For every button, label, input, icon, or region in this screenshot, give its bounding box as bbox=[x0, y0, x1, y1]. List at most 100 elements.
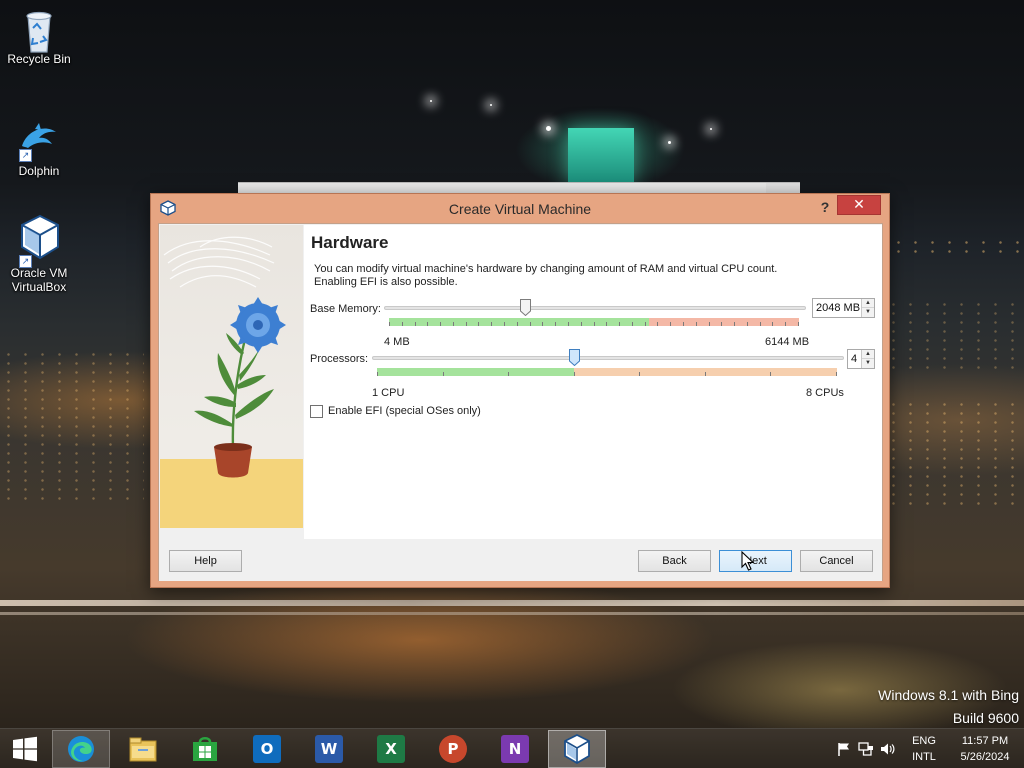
slider-tick bbox=[670, 322, 671, 326]
slider-tick bbox=[508, 372, 509, 376]
taskbar-app-powerpoint[interactable]: P bbox=[424, 730, 482, 768]
crane-light bbox=[668, 141, 671, 144]
taskbar-app-onenote[interactable]: N bbox=[486, 730, 544, 768]
processors-slider[interactable] bbox=[372, 349, 844, 379]
wizard-illustration bbox=[160, 225, 303, 528]
taskbar-app-virtualbox[interactable] bbox=[548, 730, 606, 768]
base-memory-slider-thumb[interactable] bbox=[520, 299, 531, 317]
dolphin-icon: ↗ bbox=[19, 120, 59, 162]
virtualbox-icon: ↗ bbox=[19, 214, 59, 268]
virtualbox-icon bbox=[564, 734, 590, 764]
system-tray: ENG INTL 11:57 PM 5/26/2024 bbox=[824, 729, 1024, 768]
cancel-button[interactable]: Cancel bbox=[800, 550, 873, 572]
processors-min-label: 1 CPU bbox=[372, 387, 405, 399]
word-icon: W bbox=[315, 735, 343, 763]
processors-max-label: 8 CPUs bbox=[806, 387, 844, 399]
crane-light bbox=[490, 104, 492, 106]
network-icon[interactable] bbox=[858, 741, 874, 757]
base-memory-max-label: 6144 MB bbox=[765, 336, 810, 348]
crane-light bbox=[546, 126, 551, 131]
keyboard-layout: INTL bbox=[912, 751, 936, 763]
clock-date: 5/26/2024 bbox=[960, 751, 1010, 763]
taskbar: O W X P N ENG INTL 11:57 PM 5/26/2024 bbox=[0, 728, 1024, 768]
taskbar-app-file-explorer[interactable] bbox=[114, 730, 172, 768]
slider-ticks bbox=[377, 372, 837, 376]
slider-track bbox=[384, 306, 806, 310]
slider-ticks bbox=[389, 322, 799, 326]
action-center-flag-icon[interactable] bbox=[836, 741, 852, 757]
city-lights bbox=[0, 350, 144, 500]
help-button[interactable]: Help bbox=[169, 550, 242, 572]
slider-tick bbox=[747, 322, 748, 326]
processors-row: Processors: 1 CPU 8 CPUs 4 ▲ ▼ bbox=[304, 349, 882, 399]
mouse-cursor-icon bbox=[741, 550, 755, 571]
close-icon: ✕ bbox=[853, 196, 865, 212]
input-language-indicator[interactable]: ENG INTL bbox=[904, 733, 944, 765]
spin-up-button[interactable]: ▲ bbox=[862, 299, 874, 308]
spin-down-button[interactable]: ▼ bbox=[862, 308, 874, 317]
slider-tick bbox=[581, 322, 582, 326]
dialog-titlebar[interactable]: Create Virtual Machine ? ✕ bbox=[151, 194, 889, 223]
crane-light bbox=[430, 100, 432, 102]
clock[interactable]: 11:57 PM 5/26/2024 bbox=[950, 733, 1020, 765]
processors-label: Processors: bbox=[310, 353, 369, 365]
dialog-body: Hardware You can modify virtual machine'… bbox=[158, 223, 883, 581]
taskbar-app-excel[interactable]: X bbox=[362, 730, 420, 768]
slider-tick bbox=[453, 322, 454, 326]
slider-tick bbox=[734, 322, 735, 326]
back-button[interactable]: Back bbox=[638, 550, 711, 572]
slider-tick bbox=[440, 322, 441, 326]
bridge bbox=[0, 600, 1024, 606]
onenote-icon: N bbox=[501, 735, 529, 763]
enable-efi-label: Enable EFI (special OSes only) bbox=[328, 405, 481, 417]
watermark-edition: Windows 8.1 with Bing bbox=[878, 687, 1019, 703]
crane-light bbox=[710, 128, 712, 130]
taskbar-app-edge[interactable] bbox=[52, 730, 110, 768]
dialog-footer: Help Back Next Cancel bbox=[159, 539, 882, 581]
slider-tick bbox=[478, 322, 479, 326]
file-explorer-icon bbox=[129, 737, 157, 762]
processors-spinbox[interactable]: 4 ▲ ▼ bbox=[847, 349, 875, 369]
shortcut-arrow-icon: ↗ bbox=[19, 149, 32, 162]
slider-tick bbox=[683, 322, 684, 326]
desktop-icon-virtualbox[interactable]: ↗ Oracle VM VirtualBox bbox=[1, 214, 77, 294]
slider-tick bbox=[466, 322, 467, 326]
close-button[interactable]: ✕ bbox=[837, 195, 881, 215]
slider-tick bbox=[517, 322, 518, 326]
windows-logo-icon bbox=[13, 736, 37, 762]
slider-tick bbox=[696, 322, 697, 326]
start-button[interactable] bbox=[0, 730, 50, 768]
desktop-icon-recycle-bin[interactable]: Recycle Bin bbox=[1, 8, 77, 66]
slider-tick bbox=[785, 322, 786, 326]
desktop-icon-label: Recycle Bin bbox=[7, 52, 71, 66]
checkbox-box[interactable] bbox=[310, 405, 323, 418]
taskbar-app-store[interactable] bbox=[176, 730, 234, 768]
volume-icon[interactable] bbox=[880, 741, 896, 757]
base-memory-spinbox[interactable]: 2048 MB ▲ ▼ bbox=[812, 298, 875, 318]
slider-tick bbox=[770, 372, 771, 376]
desktop-icon-dolphin[interactable]: ↗ Dolphin bbox=[1, 120, 77, 178]
excel-icon: X bbox=[377, 735, 405, 763]
powerpoint-icon: P bbox=[439, 735, 467, 763]
context-help-button[interactable]: ? bbox=[815, 197, 835, 217]
slider-tick bbox=[760, 322, 761, 326]
spin-down-button[interactable]: ▼ bbox=[862, 359, 874, 368]
slider-tick bbox=[415, 322, 416, 326]
slider-tick bbox=[836, 372, 837, 376]
slider-tick bbox=[377, 372, 378, 376]
slider-tick bbox=[504, 322, 505, 326]
slider-tick bbox=[709, 322, 710, 326]
taskbar-app-outlook[interactable]: O bbox=[238, 730, 296, 768]
next-button[interactable]: Next bbox=[719, 550, 792, 572]
processors-value: 4 bbox=[851, 353, 858, 365]
create-vm-dialog[interactable]: Create Virtual Machine ? ✕ Hardware You … bbox=[150, 193, 890, 588]
taskbar-app-word[interactable]: W bbox=[300, 730, 358, 768]
dialog-title: Create Virtual Machine bbox=[448, 201, 592, 217]
base-memory-slider[interactable] bbox=[384, 299, 806, 329]
slider-tick bbox=[798, 322, 799, 326]
outlook-icon: O bbox=[253, 735, 281, 763]
processors-slider-thumb[interactable] bbox=[569, 349, 580, 367]
desktop-icon-label: Dolphin bbox=[18, 164, 60, 178]
recycle-bin-icon bbox=[19, 8, 59, 53]
spin-up-button[interactable]: ▲ bbox=[862, 350, 874, 359]
